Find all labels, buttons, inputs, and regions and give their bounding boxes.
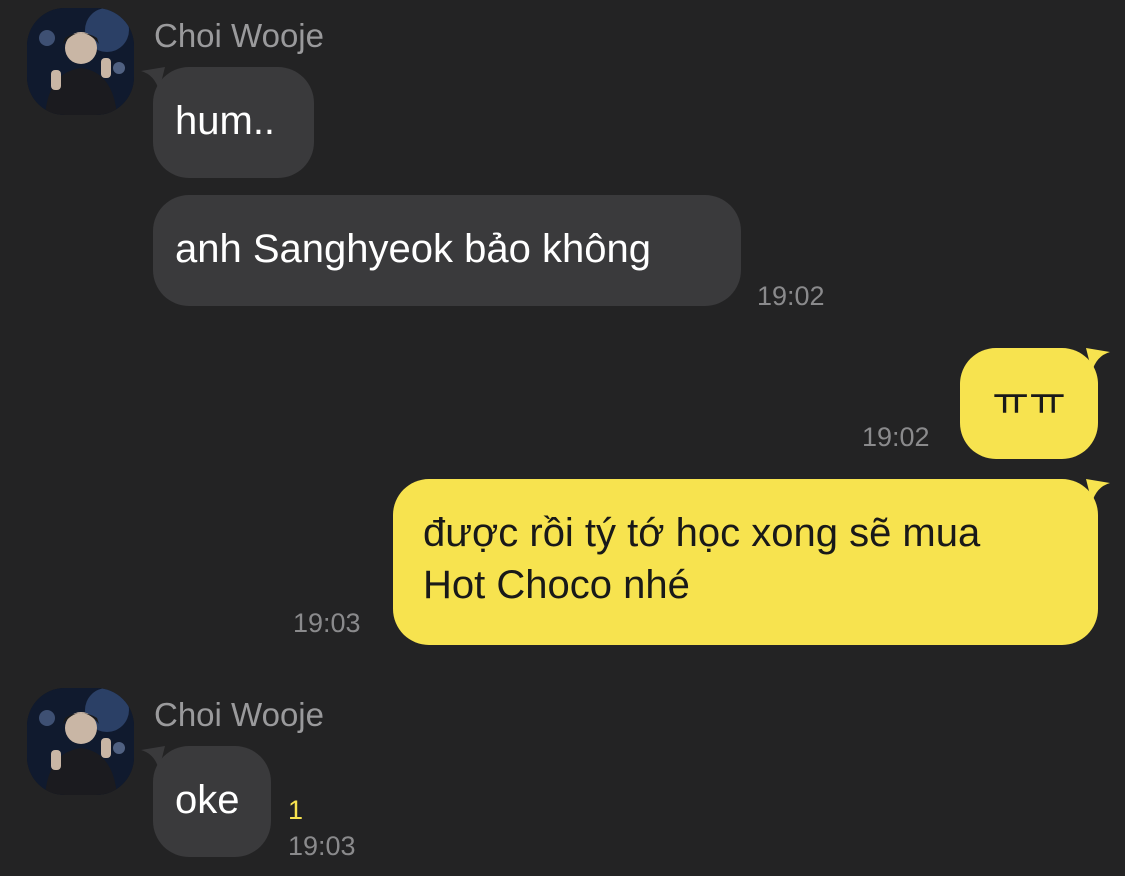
message-timestamp: 19:03 <box>288 831 356 861</box>
message-text: anh Sanghyeok bảo không <box>175 227 651 271</box>
message-timestamp: 19:02 <box>757 281 825 311</box>
message-text: ㅠㅠ <box>992 380 1066 424</box>
message-text: oke <box>175 778 240 822</box>
message-bubble[interactable]: hum.. <box>141 67 314 178</box>
message-bubble[interactable]: được rồi tý tớ học xong sẽ mua Hot Choco… <box>393 479 1110 645</box>
sender-name: Choi Wooje <box>154 696 324 733</box>
message-bubble[interactable]: oke <box>141 746 271 857</box>
message-bubble[interactable]: ㅠㅠ <box>960 348 1110 459</box>
avatar[interactable] <box>27 688 134 795</box>
message-bubble[interactable]: anh Sanghyeok bảo không <box>153 195 741 306</box>
bubble-tail <box>1086 348 1110 372</box>
profile-photo-icon <box>27 688 134 795</box>
profile-photo-icon <box>27 8 134 115</box>
bubble-tail <box>1086 479 1110 503</box>
bubble-tail <box>141 746 165 770</box>
message-timestamp: 19:02 <box>862 422 930 452</box>
message-text: hum.. <box>175 99 276 143</box>
sender-name: Choi Wooje <box>154 17 324 54</box>
unread-count: 1 <box>288 795 304 825</box>
bubble-tail <box>141 67 165 91</box>
message-timestamp: 19:03 <box>293 608 361 638</box>
avatar[interactable] <box>27 8 134 115</box>
message-text-line: Hot Choco nhé <box>423 563 690 607</box>
message-text-line: được rồi tý tớ học xong sẽ mua <box>423 511 981 555</box>
